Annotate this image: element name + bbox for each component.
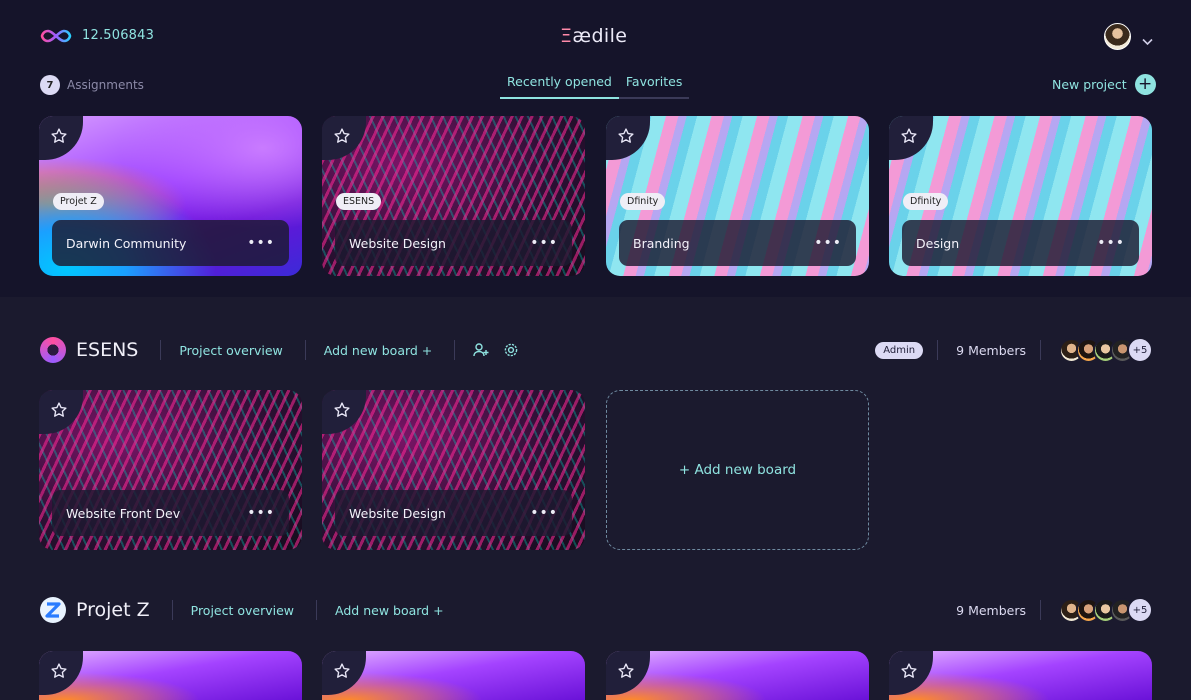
brand-text: ædile (572, 25, 628, 47)
assignments-label: Assignments (67, 78, 144, 92)
member-avatars[interactable]: +5 (1059, 337, 1153, 363)
members-count[interactable]: 9 Members (956, 603, 1026, 618)
star-icon[interactable] (322, 390, 366, 434)
card-title: Website Design (349, 235, 446, 251)
tab-recently-opened[interactable]: Recently opened (500, 72, 619, 99)
brand-prefix: Ξ (560, 25, 573, 47)
new-project-label: New project (1052, 77, 1127, 92)
tabs: Recently opened Favorites (500, 72, 690, 99)
assignments-count: 7 (40, 75, 60, 95)
board-card[interactable] (606, 651, 869, 700)
board-card[interactable] (322, 651, 585, 700)
more-options-icon[interactable]: ••• (1097, 235, 1125, 251)
project-overview-link[interactable]: Project overview (179, 343, 282, 358)
card-title: Website Front Dev (66, 505, 181, 521)
balance: 12.506843 (82, 28, 155, 43)
star-icon[interactable] (606, 116, 650, 160)
divider (316, 600, 318, 620)
project-meta-esens: Admin 9 Members +5 (875, 337, 1153, 363)
role-badge: Admin (875, 341, 924, 359)
project-name[interactable]: ESENS (76, 339, 138, 361)
card-title: Design (916, 235, 960, 251)
more-options-icon[interactable]: ••• (247, 235, 275, 251)
divider (937, 340, 939, 360)
recent-card-darwin-community[interactable]: Projet Z Darwin Community ••• (39, 116, 302, 276)
member-avatars[interactable]: +5 (1059, 597, 1153, 623)
add-new-board-link[interactable]: Add new board + (335, 603, 444, 618)
project-meta-projet-z: 9 Members +5 (956, 597, 1153, 623)
more-options-icon[interactable]: ••• (814, 235, 842, 251)
divider (454, 340, 456, 360)
star-icon[interactable] (39, 116, 83, 160)
star-icon[interactable] (606, 651, 650, 695)
add-user-icon[interactable] (473, 342, 489, 358)
project-header-projet-z: Projet Z Project overview Add new board … (40, 597, 466, 623)
card-title: Darwin Community (66, 235, 187, 251)
star-icon[interactable] (39, 390, 83, 434)
gear-icon[interactable] (503, 342, 519, 358)
card-bar: Darwin Community ••• (52, 220, 289, 266)
chevron-down-icon[interactable] (1142, 31, 1153, 50)
star-icon[interactable] (322, 116, 366, 160)
new-project-button[interactable]: New project + (1052, 74, 1156, 95)
star-icon[interactable] (889, 116, 933, 160)
projet-z-logo-icon (40, 597, 66, 623)
board-card[interactable] (39, 651, 302, 700)
recent-card-design[interactable]: Dfinity Design ••• (889, 116, 1152, 276)
card-bar: Branding ••• (619, 220, 856, 266)
card-bar: Website Design ••• (335, 220, 572, 266)
star-icon[interactable] (322, 651, 366, 695)
divider (171, 600, 173, 620)
more-members-badge[interactable]: +5 (1127, 597, 1153, 623)
star-icon[interactable] (889, 651, 933, 695)
more-options-icon[interactable]: ••• (530, 235, 558, 251)
assignments[interactable]: 7 Assignments (40, 75, 144, 95)
project-tag: ESENS (336, 193, 382, 210)
project-tag: Projet Z (53, 193, 104, 210)
project-tag: Dfinity (620, 193, 666, 210)
divider (1040, 340, 1041, 360)
plus-icon: + (1134, 74, 1156, 95)
tab-favorites[interactable]: Favorites (618, 72, 690, 99)
divider (1040, 600, 1041, 620)
project-name[interactable]: Projet Z (76, 599, 150, 621)
project-overview-link[interactable]: Project overview (191, 603, 294, 618)
divider (160, 340, 162, 360)
board-card-website-front-dev[interactable]: Website Front Dev ••• (39, 390, 302, 550)
card-title: Website Design (349, 505, 446, 521)
recent-card-website-design[interactable]: ESENS Website Design ••• (322, 116, 585, 276)
card-bar: Design ••• (902, 220, 1139, 266)
divider (304, 340, 306, 360)
star-icon[interactable] (39, 651, 83, 695)
card-bar: Website Design ••• (335, 490, 572, 536)
more-options-icon[interactable]: ••• (530, 505, 558, 521)
card-bar: Website Front Dev ••• (52, 490, 289, 536)
more-members-badge[interactable]: +5 (1127, 337, 1153, 363)
add-new-board-link[interactable]: Add new board + (324, 343, 433, 358)
user-avatar[interactable] (1104, 23, 1131, 50)
project-header-esens: ESENS Project overview Add new board + (40, 337, 533, 363)
esens-logo-icon (40, 337, 66, 363)
recent-card-branding[interactable]: Dfinity Branding ••• (606, 116, 869, 276)
card-title: Branding (633, 235, 690, 251)
infinity-logo-icon (40, 28, 72, 48)
members-count[interactable]: 9 Members (956, 343, 1026, 358)
brand-logo[interactable]: Ξædile (560, 25, 627, 47)
board-card-website-design[interactable]: Website Design ••• (322, 390, 585, 550)
board-card[interactable] (889, 651, 1152, 700)
add-new-board-card[interactable]: + Add new board (606, 390, 869, 550)
project-tag: Dfinity (903, 193, 949, 210)
more-options-icon[interactable]: ••• (247, 505, 275, 521)
